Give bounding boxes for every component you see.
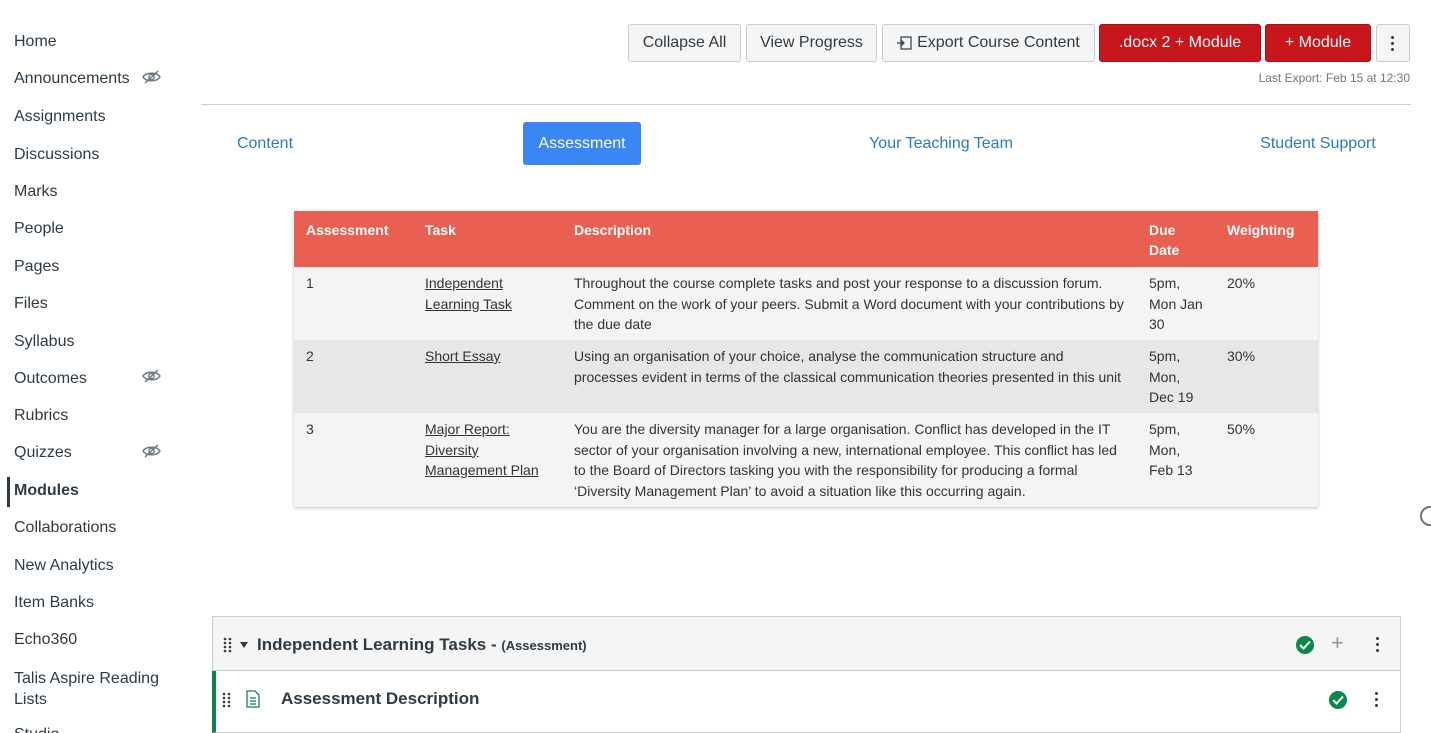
eye-slash-icon (142, 369, 161, 383)
table-header-row: Assessment Task Description Due Date Wei… (294, 211, 1318, 267)
module-title-text: Independent Learning Tasks - (257, 635, 497, 654)
nav-pages[interactable]: Pages (14, 257, 59, 277)
module-title: Independent Learning Tasks - (Assessment… (257, 635, 587, 655)
drag-handle-icon[interactable] (223, 637, 233, 653)
table-row: 1 Independent Learning Task Throughout t… (294, 267, 1318, 340)
nav-syllabus[interactable]: Syllabus (14, 332, 74, 352)
task-link[interactable]: Short Essay (425, 348, 500, 364)
module-item-title[interactable]: Assessment Description (281, 689, 479, 709)
nav-new-analytics[interactable]: New Analytics (14, 556, 114, 576)
add-module-button[interactable]: + Module (1265, 24, 1371, 62)
module-tag: (Assessment) (501, 638, 587, 653)
export-course-content-button[interactable]: Export Course Content (882, 24, 1095, 62)
nav-home[interactable]: Home (14, 32, 57, 52)
assessment-number: 2 (306, 348, 314, 364)
nav-talis-aspire[interactable]: Talis Aspire Reading Lists (14, 668, 174, 710)
collapse-caret-icon[interactable] (240, 642, 248, 648)
active-nav-indicator (7, 477, 10, 507)
published-check-icon[interactable] (1329, 691, 1347, 709)
task-link[interactable]: Independent Learning Task (425, 275, 512, 312)
column-header-description: Description (562, 211, 1137, 267)
eye-slash-icon (142, 70, 161, 84)
nav-studio[interactable]: Studio (14, 725, 59, 733)
add-item-plus-icon[interactable]: + (1331, 632, 1344, 654)
nav-rubrics[interactable]: Rubrics (14, 406, 68, 426)
table-row: 3 Major Report: Diversity Management Pla… (294, 413, 1318, 507)
tab-student-support[interactable]: Student Support (1250, 122, 1386, 165)
weighting: 20% (1227, 275, 1256, 291)
weighting: 30% (1227, 348, 1256, 364)
assessment-number: 1 (306, 275, 314, 291)
nav-marks[interactable]: Marks (14, 182, 58, 202)
due-date: 5pm, Mon Jan 30 (1149, 275, 1203, 332)
tab-content[interactable]: Content (222, 122, 308, 165)
assessment-table: Assessment Task Description Due Date Wei… (294, 211, 1318, 507)
collapse-all-button[interactable]: Collapse All (628, 24, 741, 62)
more-options-button[interactable] (1376, 24, 1410, 62)
nav-echo360[interactable]: Echo360 (14, 630, 77, 650)
nav-people[interactable]: People (14, 219, 64, 239)
docx-module-button[interactable]: .docx 2 + Module (1099, 24, 1261, 62)
view-progress-button[interactable]: View Progress (746, 24, 877, 62)
due-date: 5pm, Mon, Feb 13 (1149, 421, 1193, 478)
nav-outcomes[interactable]: Outcomes (14, 369, 87, 389)
resize-handle-icon[interactable] (1420, 506, 1431, 526)
weighting: 50% (1227, 421, 1256, 437)
eye-slash-icon (142, 444, 161, 458)
nav-quizzes[interactable]: Quizzes (14, 443, 72, 463)
kebab-icon (1391, 35, 1395, 51)
column-header-task: Task (413, 211, 562, 267)
published-check-icon[interactable] (1296, 636, 1314, 654)
item-menu-kebab-icon[interactable] (1375, 692, 1379, 707)
table-row: 2 Short Essay Using an organisation of y… (294, 340, 1318, 413)
tab-your-teaching-team[interactable]: Your Teaching Team (860, 122, 1022, 165)
tab-assessment[interactable]: Assessment (523, 122, 641, 165)
page-document-icon (246, 690, 260, 708)
nav-modules[interactable]: Modules (14, 481, 79, 501)
task-description: Using an organisation of your choice, an… (574, 348, 1122, 385)
export-icon (897, 36, 912, 50)
export-course-content-label: Export Course Content (917, 34, 1080, 51)
task-link[interactable]: Major Report: Diversity Management Plan (425, 421, 539, 478)
nav-discussions[interactable]: Discussions (14, 145, 99, 165)
module-menu-kebab-icon[interactable] (1376, 637, 1380, 652)
module-header[interactable]: Independent Learning Tasks - (Assessment… (212, 616, 1401, 671)
nav-item-banks[interactable]: Item Banks (14, 593, 94, 613)
column-header-weighting: Weighting (1215, 211, 1318, 267)
nav-collaborations[interactable]: Collaborations (14, 518, 116, 538)
module-item[interactable]: Assessment Description (212, 671, 1401, 733)
task-description: You are the diversity manager for a larg… (574, 421, 1117, 499)
nav-files[interactable]: Files (14, 294, 48, 314)
column-header-due-date: Due Date (1137, 211, 1215, 267)
last-export-text: Last Export: Feb 15 at 12:30 (1258, 71, 1410, 85)
divider (201, 104, 1411, 105)
due-date: 5pm, Mon, Dec 19 (1149, 348, 1194, 405)
nav-assignments[interactable]: Assignments (14, 107, 106, 127)
nav-announcements[interactable]: Announcements (14, 69, 130, 89)
task-description: Throughout the course complete tasks and… (574, 275, 1124, 332)
column-header-assessment: Assessment (294, 211, 413, 267)
assessment-number: 3 (306, 421, 314, 437)
course-nav-sidebar: Home Announcements Assignments Discussio… (0, 0, 200, 733)
drag-handle-icon[interactable] (222, 692, 232, 708)
